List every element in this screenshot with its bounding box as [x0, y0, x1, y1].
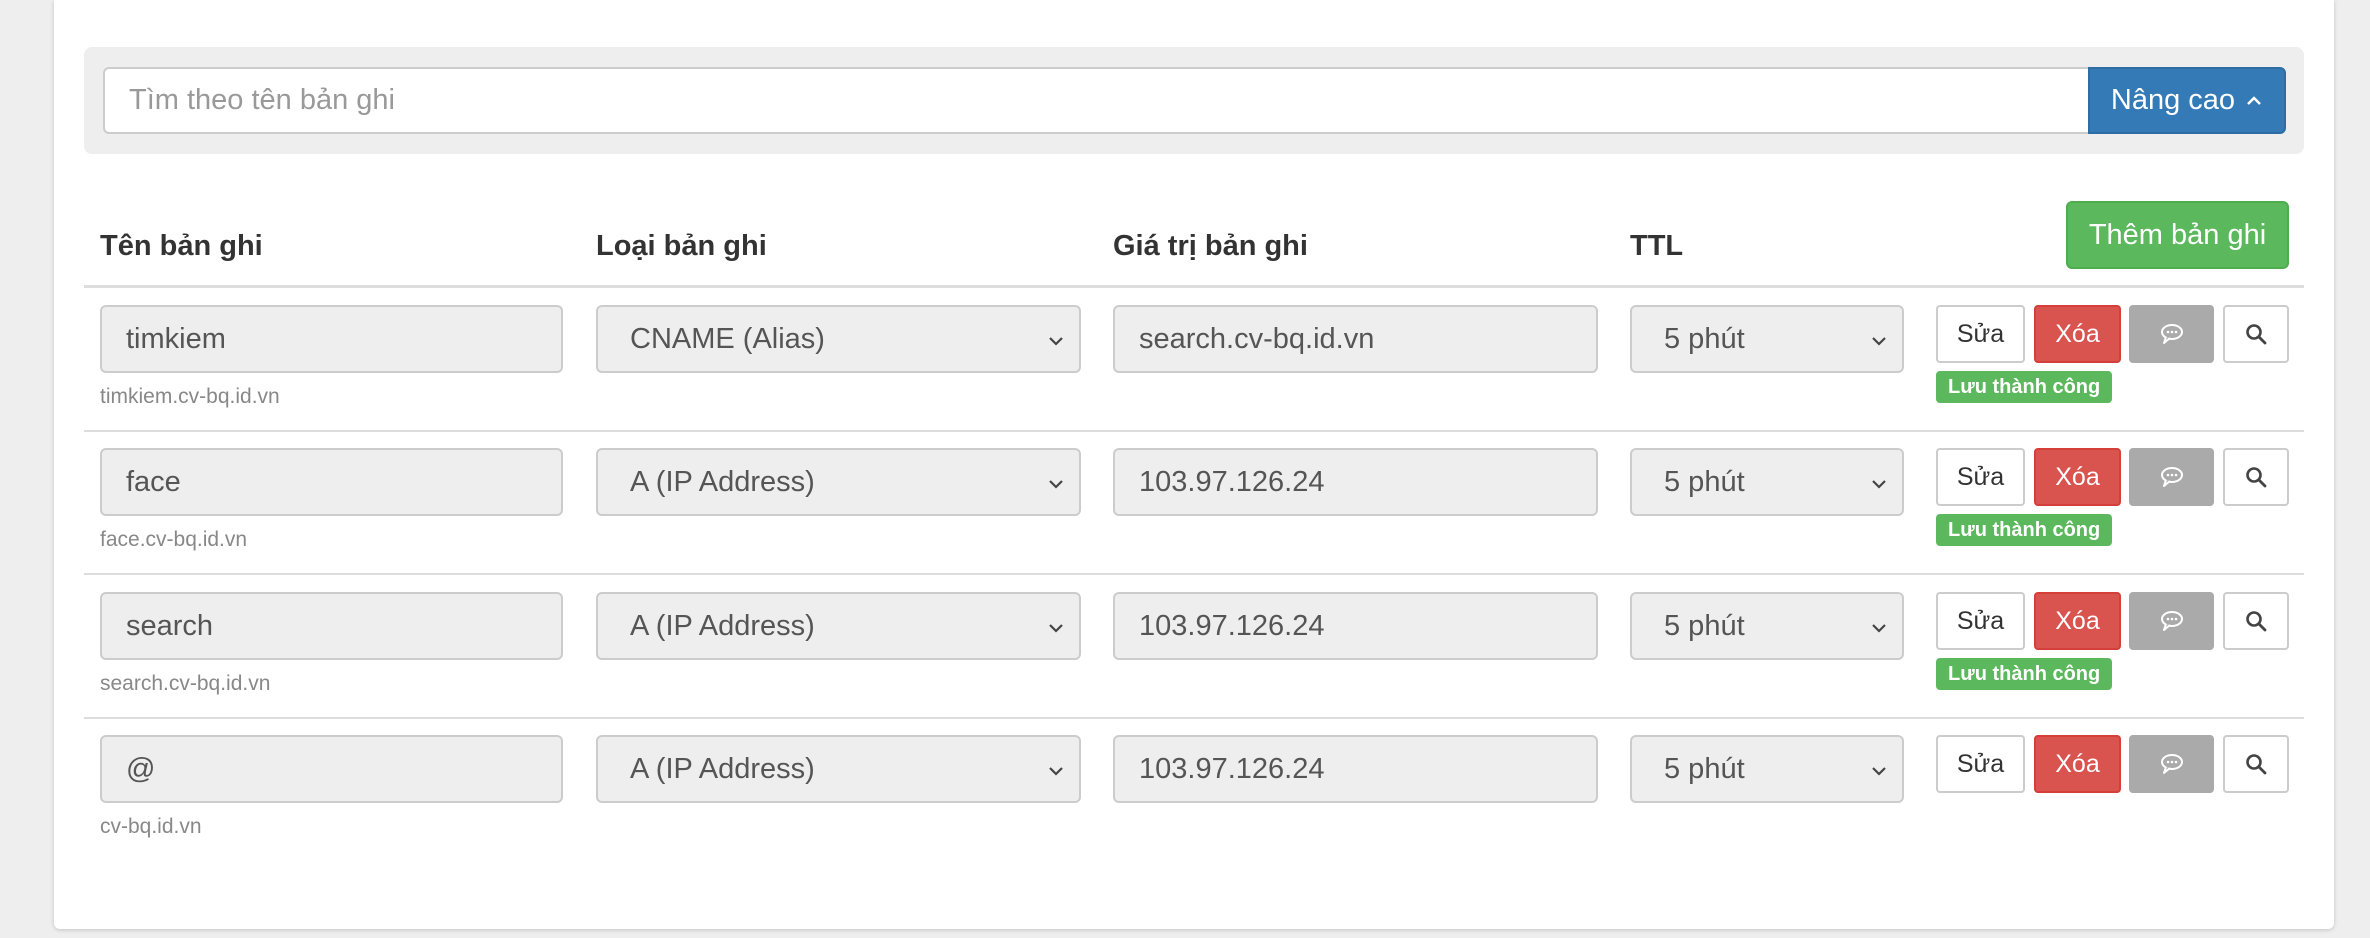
record-name-value: face [126, 465, 181, 498]
record-type-value: A (IP Address) [630, 609, 815, 642]
comment-button[interactable] [2129, 448, 2214, 506]
ttl-value: 5 phút [1664, 322, 1745, 355]
status-badge: Lưu thành công [1936, 514, 2113, 546]
add-record-label: Thêm bản ghi [2088, 218, 2267, 251]
record-type-value: A (IP Address) [630, 465, 815, 498]
record-value-input[interactable]: 103.97.126.24 [1113, 448, 1598, 516]
record-name-input[interactable]: face [100, 448, 563, 516]
record-name-input[interactable]: search [100, 592, 563, 660]
edit-button[interactable]: Sửa [1936, 448, 2025, 506]
advanced-toggle-button[interactable]: Nâng cao [2088, 67, 2286, 134]
comment-icon [2160, 324, 2183, 344]
comment-button[interactable] [2129, 305, 2214, 363]
delete-button[interactable]: Xóa [2034, 305, 2121, 363]
record-value-input[interactable]: 103.97.126.24 [1113, 735, 1598, 803]
dns-records-panel: Nâng cao Tên bản ghi Loại bản ghi Giá tr… [54, 0, 2334, 929]
delete-label: Xóa [2055, 606, 2100, 635]
edit-button[interactable]: Sửa [1936, 305, 2025, 363]
view-button[interactable] [2223, 592, 2289, 650]
chevron-down-icon [1049, 624, 1063, 633]
edit-label: Sửa [1956, 319, 2005, 348]
header-record-value: Giá trị bản ghi [1113, 230, 1308, 262]
record-value-text: 103.97.126.24 [1139, 465, 1325, 498]
delete-button[interactable]: Xóa [2034, 735, 2121, 793]
comment-button[interactable] [2129, 592, 2214, 650]
row-divider [84, 717, 2304, 719]
chevron-down-icon [1049, 767, 1063, 776]
row-divider [84, 430, 2304, 432]
delete-label: Xóa [2055, 749, 2100, 778]
edit-label: Sửa [1956, 462, 2005, 491]
edit-button[interactable]: Sửa [1936, 592, 2025, 650]
ttl-select[interactable]: 5 phút [1630, 735, 1904, 803]
ttl-value: 5 phút [1664, 609, 1745, 642]
ttl-select[interactable]: 5 phút [1630, 305, 1904, 373]
record-type-select[interactable]: A (IP Address) [596, 448, 1081, 516]
record-type-value: A (IP Address) [630, 752, 815, 785]
record-value-input[interactable]: 103.97.126.24 [1113, 592, 1598, 660]
chevron-down-icon [1872, 624, 1886, 633]
header-divider [84, 285, 2304, 288]
record-name-value: search [126, 609, 214, 642]
record-value-text: search.cv-bq.id.vn [1139, 322, 1375, 355]
advanced-toggle-label: Nâng cao [2110, 84, 2236, 116]
comment-button[interactable] [2129, 735, 2214, 793]
status-badge: Lưu thành công [1936, 658, 2113, 690]
edit-label: Sửa [1956, 749, 2005, 778]
search-bar: Nâng cao [84, 47, 2304, 154]
record-fqdn: cv-bq.id.vn [100, 815, 202, 838]
chevron-down-icon [1049, 480, 1063, 489]
record-value-text: 103.97.126.24 [1139, 609, 1325, 642]
record-type-select[interactable]: CNAME (Alias) [596, 305, 1081, 373]
search-icon [2246, 467, 2267, 488]
search-icon [2246, 754, 2267, 775]
search-input[interactable] [103, 67, 2089, 134]
chevron-down-icon [1872, 480, 1886, 489]
comment-icon [2160, 611, 2183, 631]
search-icon [2246, 324, 2267, 345]
record-value-input[interactable]: search.cv-bq.id.vn [1113, 305, 1598, 373]
header-ttl: TTL [1630, 230, 1684, 262]
chevron-down-icon [1872, 767, 1886, 776]
delete-button[interactable]: Xóa [2034, 592, 2121, 650]
record-name-input[interactable]: @ [100, 735, 563, 803]
row-divider [84, 573, 2304, 575]
edit-button[interactable]: Sửa [1936, 735, 2025, 793]
chevron-down-icon [1872, 337, 1886, 346]
delete-button[interactable]: Xóa [2034, 448, 2121, 506]
edit-label: Sửa [1956, 606, 2005, 635]
delete-label: Xóa [2055, 462, 2100, 491]
chevron-down-icon [1049, 337, 1063, 346]
search-icon [2246, 611, 2267, 632]
chevron-up-icon [2247, 95, 2261, 105]
record-name-input[interactable]: timkiem [100, 305, 563, 373]
header-record-name: Tên bản ghi [100, 230, 263, 262]
view-button[interactable] [2223, 735, 2289, 793]
ttl-value: 5 phút [1664, 465, 1745, 498]
record-value-text: 103.97.126.24 [1139, 752, 1325, 785]
record-fqdn: face.cv-bq.id.vn [100, 528, 248, 551]
record-type-select[interactable]: A (IP Address) [596, 735, 1081, 803]
delete-label: Xóa [2055, 319, 2100, 348]
ttl-select[interactable]: 5 phút [1630, 448, 1904, 516]
record-type-value: CNAME (Alias) [630, 322, 825, 355]
record-fqdn: timkiem.cv-bq.id.vn [100, 385, 280, 408]
record-fqdn: search.cv-bq.id.vn [100, 672, 271, 695]
record-type-select[interactable]: A (IP Address) [596, 592, 1081, 660]
comment-icon [2160, 467, 2183, 487]
comment-icon [2160, 754, 2183, 774]
add-record-button[interactable]: Thêm bản ghi [2066, 201, 2289, 269]
ttl-select[interactable]: 5 phút [1630, 592, 1904, 660]
status-badge: Lưu thành công [1936, 371, 2113, 403]
record-name-value: @ [126, 752, 156, 785]
ttl-value: 5 phút [1664, 752, 1745, 785]
record-name-value: timkiem [126, 322, 226, 355]
view-button[interactable] [2223, 448, 2289, 506]
header-record-type: Loại bản ghi [596, 230, 767, 262]
view-button[interactable] [2223, 305, 2289, 363]
